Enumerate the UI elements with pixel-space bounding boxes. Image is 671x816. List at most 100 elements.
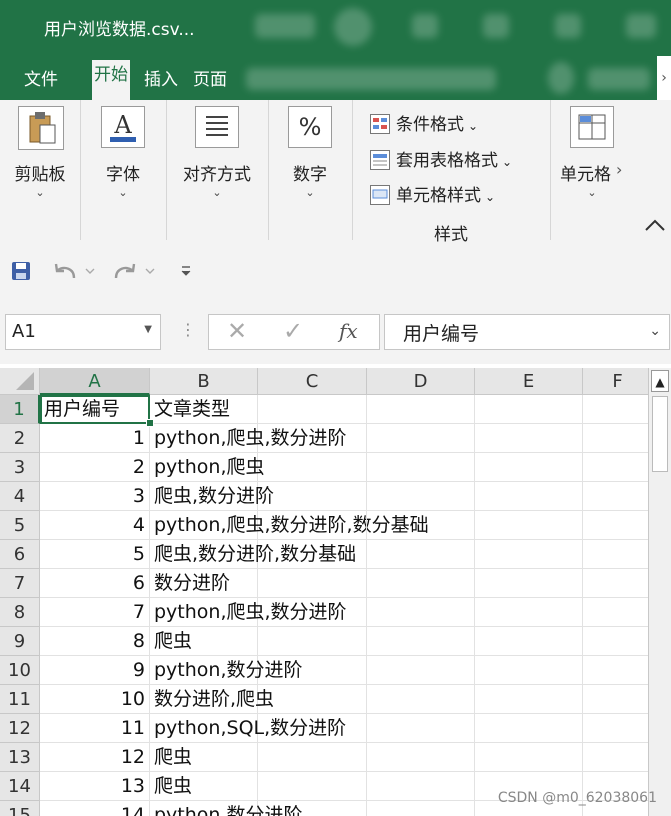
- number-group[interactable]: % 数字 ⌄: [268, 100, 353, 240]
- column-header-b[interactable]: B: [150, 368, 258, 395]
- blurred-tabs[interactable]: [246, 68, 496, 90]
- scrollbar-thumb[interactable]: [652, 396, 668, 472]
- collapse-ribbon-icon[interactable]: [640, 210, 670, 240]
- cell-article-type[interactable]: 爬虫: [150, 743, 258, 772]
- cell-article-type[interactable]: python,爬虫,数分进阶,数分基础: [150, 511, 429, 540]
- empty-cell[interactable]: [475, 395, 583, 424]
- cell-article-type[interactable]: python,爬虫: [150, 453, 265, 482]
- column-header-d[interactable]: D: [367, 368, 475, 395]
- cell-article-type[interactable]: python,数分进阶: [150, 656, 303, 685]
- fill-handle[interactable]: [146, 419, 154, 427]
- cell-article-type[interactable]: 文章类型: [150, 395, 258, 424]
- cancel-icon[interactable]: ✕: [227, 317, 247, 345]
- tab-page[interactable]: 页面: [193, 65, 227, 90]
- empty-cell[interactable]: [475, 511, 583, 540]
- ribbon-scroll-right-icon[interactable]: ›: [616, 160, 622, 179]
- empty-cell[interactable]: [258, 424, 367, 453]
- cell-article-type[interactable]: 数分进阶,爬虫: [150, 685, 274, 714]
- lightbulb-icon[interactable]: [548, 62, 574, 94]
- empty-cell[interactable]: [258, 685, 367, 714]
- empty-cell[interactable]: [367, 685, 475, 714]
- name-box[interactable]: A1 ▼: [5, 314, 161, 350]
- blurred-control-1[interactable]: [412, 14, 438, 38]
- blurred-control-4[interactable]: [626, 14, 656, 38]
- row-header[interactable]: 14: [0, 772, 40, 801]
- select-all-corner[interactable]: [0, 368, 40, 395]
- blurred-control-3[interactable]: [555, 14, 581, 38]
- name-box-dropdown-icon[interactable]: ▼: [144, 324, 152, 335]
- empty-cell[interactable]: [258, 511, 367, 540]
- cell-user-id[interactable]: 8: [40, 627, 150, 656]
- empty-cell[interactable]: [258, 569, 367, 598]
- empty-cell[interactable]: [583, 743, 653, 772]
- empty-cell[interactable]: [583, 424, 653, 453]
- cell-user-id[interactable]: 4: [40, 511, 150, 540]
- scroll-up-icon[interactable]: ▲: [651, 370, 669, 392]
- empty-cell[interactable]: [367, 743, 475, 772]
- empty-cell[interactable]: [258, 598, 367, 627]
- cell-user-id[interactable]: 5: [40, 540, 150, 569]
- empty-cell[interactable]: [367, 453, 475, 482]
- cell-user-id[interactable]: 9: [40, 656, 150, 685]
- cell-article-type[interactable]: 爬虫: [150, 772, 258, 801]
- empty-cell[interactable]: [475, 656, 583, 685]
- alignment-group[interactable]: 对齐方式 ⌄: [166, 100, 269, 240]
- empty-cell[interactable]: [475, 424, 583, 453]
- cell-article-type[interactable]: python,数分进阶: [150, 801, 303, 816]
- column-header-f[interactable]: F: [583, 368, 653, 395]
- empty-cell[interactable]: [258, 482, 367, 511]
- empty-cell[interactable]: [475, 714, 583, 743]
- empty-cell[interactable]: [367, 424, 475, 453]
- redo-button[interactable]: [112, 258, 158, 284]
- empty-cell[interactable]: [475, 627, 583, 656]
- formula-bar-grip-icon[interactable]: ⋮: [180, 320, 196, 339]
- empty-cell[interactable]: [367, 598, 475, 627]
- empty-cell[interactable]: [583, 598, 653, 627]
- empty-cell[interactable]: [583, 627, 653, 656]
- row-header[interactable]: 9: [0, 627, 40, 656]
- empty-cell[interactable]: [367, 714, 475, 743]
- empty-cell[interactable]: [475, 540, 583, 569]
- empty-cell[interactable]: [583, 569, 653, 598]
- empty-cell[interactable]: [583, 656, 653, 685]
- cell-article-type[interactable]: 爬虫: [150, 627, 258, 656]
- row-header[interactable]: 11: [0, 685, 40, 714]
- empty-cell[interactable]: [258, 743, 367, 772]
- tab-insert[interactable]: 插入: [144, 65, 178, 90]
- empty-cell[interactable]: [367, 511, 475, 540]
- cell-user-id[interactable]: 2: [40, 453, 150, 482]
- empty-cell[interactable]: [583, 453, 653, 482]
- vertical-scrollbar[interactable]: ▲: [648, 368, 671, 816]
- table-format-button[interactable]: 套用表格格式 ⌄: [370, 146, 512, 171]
- row-header[interactable]: 4: [0, 482, 40, 511]
- cell-article-type[interactable]: python,SQL,数分进阶: [150, 714, 346, 743]
- cell-user-id[interactable]: 7: [40, 598, 150, 627]
- undo-button[interactable]: [52, 258, 98, 284]
- empty-cell[interactable]: [583, 511, 653, 540]
- empty-cell[interactable]: [367, 627, 475, 656]
- row-header[interactable]: 3: [0, 453, 40, 482]
- row-header[interactable]: 5: [0, 511, 40, 540]
- empty-cell[interactable]: [475, 453, 583, 482]
- empty-cell[interactable]: [475, 482, 583, 511]
- empty-cell[interactable]: [367, 772, 475, 801]
- cell-user-id[interactable]: 12: [40, 743, 150, 772]
- formula-input[interactable]: 用户编号 ⌄: [384, 314, 670, 350]
- cell-styles-button[interactable]: 单元格样式 ⌄: [370, 181, 495, 206]
- blurred-tell-me[interactable]: [588, 68, 650, 90]
- column-header-a[interactable]: A: [40, 368, 150, 395]
- cell-a1-selected[interactable]: 用户编号: [40, 395, 150, 424]
- cell-user-id[interactable]: 10: [40, 685, 150, 714]
- empty-cell[interactable]: [367, 801, 475, 816]
- save-icon[interactable]: [10, 260, 32, 282]
- cell-user-id[interactable]: 14: [40, 801, 150, 816]
- row-header[interactable]: 7: [0, 569, 40, 598]
- blurred-control-2[interactable]: [483, 14, 509, 38]
- row-header[interactable]: 10: [0, 656, 40, 685]
- cell-article-type[interactable]: python,爬虫,数分进阶: [150, 424, 347, 453]
- empty-cell[interactable]: [258, 627, 367, 656]
- empty-cell[interactable]: [583, 395, 653, 424]
- empty-cell[interactable]: [583, 482, 653, 511]
- empty-cell[interactable]: [367, 569, 475, 598]
- cell-article-type[interactable]: 爬虫,数分进阶: [150, 482, 274, 511]
